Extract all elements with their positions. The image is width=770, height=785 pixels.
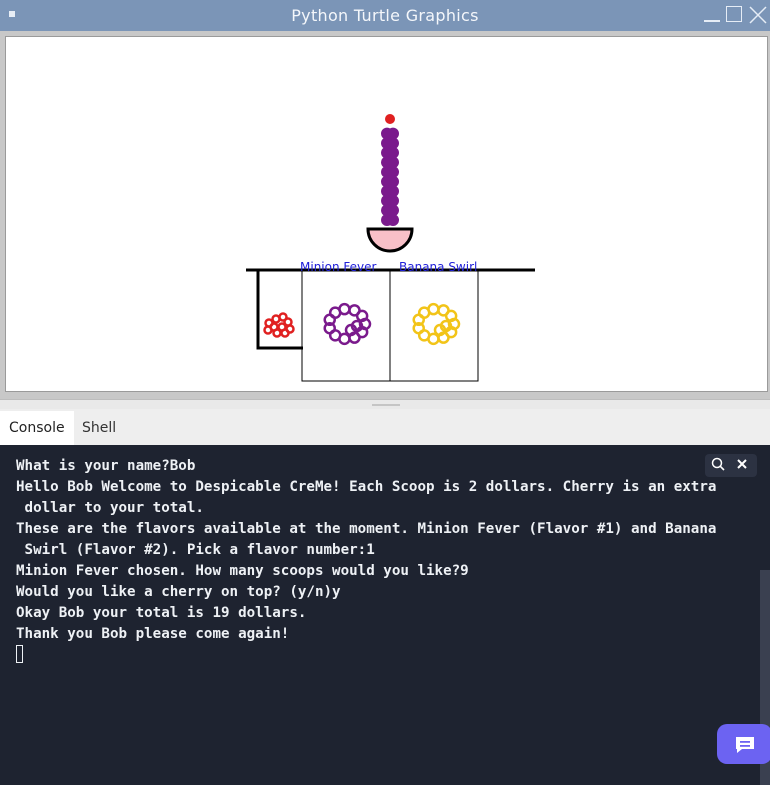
chat-button[interactable] <box>717 724 770 764</box>
console-line: What is your name?Bob <box>16 458 196 474</box>
window-titlebar: Python Turtle Graphics <box>0 0 770 32</box>
window-title: Python Turtle Graphics <box>291 6 479 25</box>
cherry <box>263 325 273 335</box>
scoop <box>387 214 399 226</box>
tab-shell[interactable]: Shell <box>73 411 125 445</box>
console-line: Would you like a cherry on top? (y/n)y <box>16 584 341 600</box>
scoop <box>338 302 351 316</box>
splitter-grip[interactable] <box>372 404 400 406</box>
minimize-icon[interactable] <box>702 5 722 25</box>
scoop <box>387 204 399 217</box>
flavor-label-minion-fever: Minion Fever <box>300 260 377 274</box>
text-cursor <box>16 645 23 663</box>
console-line: Thank you Bob please come again! <box>16 626 290 642</box>
scoop <box>387 185 399 198</box>
flavor-label-banana-swirl: Banana Swirl <box>399 260 478 274</box>
console-line: dollar to your total. <box>16 500 204 516</box>
cherry-box <box>256 270 303 350</box>
output-tabs: Console Shell <box>0 409 770 445</box>
console-line: Okay Bob your total is 19 dollars. <box>16 605 307 621</box>
scoop <box>387 127 399 140</box>
flavor-scoops-banana-swirl <box>412 302 461 346</box>
flavor-scoops-minion-fever <box>323 302 372 346</box>
console-input-line[interactable] <box>16 645 758 667</box>
flavor-box-2 <box>389 270 479 382</box>
console-toolbar <box>705 454 757 477</box>
scoop <box>387 146 399 159</box>
scoop <box>387 194 399 207</box>
scoop-stack <box>381 114 399 226</box>
turtle-drawing <box>246 114 535 382</box>
tab-console[interactable]: Console <box>0 411 74 445</box>
scoop <box>387 175 399 188</box>
scoop <box>387 137 399 150</box>
search-icon[interactable] <box>707 454 729 477</box>
cherry-pile <box>263 312 295 338</box>
console-output[interactable]: What is your name?Bob Hello Bob Welcome … <box>0 445 770 785</box>
console-line: Hello Bob Welcome to Despicable CreMe! E… <box>16 479 717 495</box>
console-line: Swirl (Flavor #2). Pick a flavor number:… <box>16 542 375 558</box>
flavor-box-1 <box>301 270 391 382</box>
window-close-icon[interactable] <box>748 5 768 25</box>
turtle-canvas: Minion Fever Banana Swirl <box>5 36 768 392</box>
scoop <box>427 302 440 316</box>
console-line: Minion Fever chosen. How many scoops wou… <box>16 563 469 579</box>
cherry <box>272 328 282 338</box>
cone-bowl <box>366 227 414 253</box>
maximize-icon[interactable] <box>725 5 745 25</box>
chat-icon <box>736 737 754 753</box>
close-icon[interactable] <box>731 454 753 477</box>
console-lines: What is your name?Bob Hello Bob Welcome … <box>16 456 758 667</box>
cherry <box>280 328 290 338</box>
turtle-canvas-frame: Minion Fever Banana Swirl <box>0 31 770 399</box>
scoop <box>387 166 399 178</box>
cherry-on-top <box>385 114 395 124</box>
console-line: These are the flavors available at the m… <box>16 521 717 537</box>
scoop <box>387 156 399 169</box>
